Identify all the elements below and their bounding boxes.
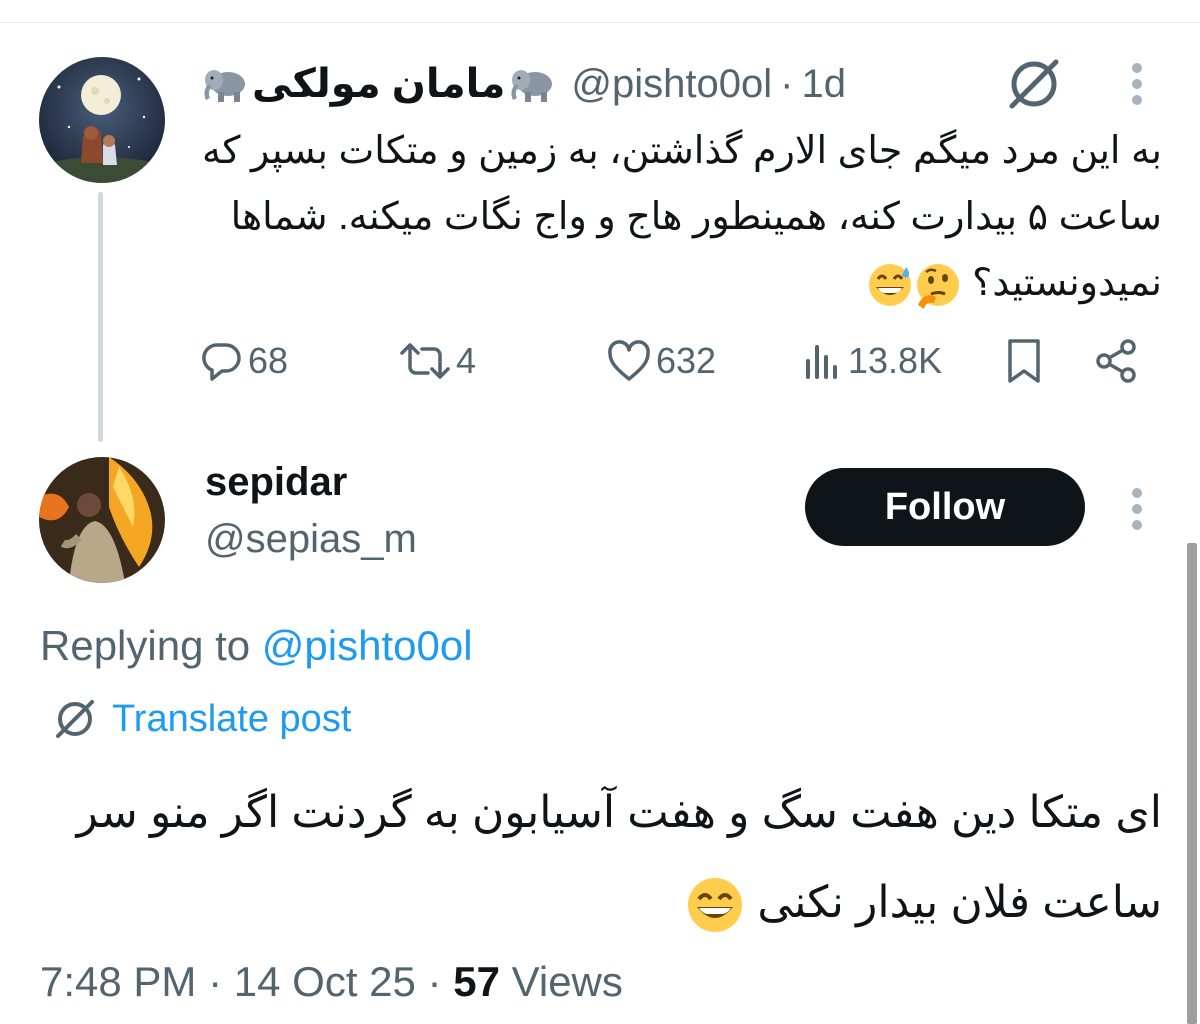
follow-button[interactable]: Follow (805, 468, 1085, 546)
bookmark-button[interactable] (1002, 333, 1046, 389)
tweet-meta: 7:48 PM · 14 Oct 25 · 57 Views (40, 958, 623, 1006)
like-button[interactable]: 632 (606, 333, 716, 389)
thread-line (98, 192, 103, 442)
heart-icon (608, 340, 650, 381)
reply-count: 68 (248, 340, 289, 381)
bookmark-icon (1008, 339, 1040, 383)
tweet-header: مامان مولکی @pishto0ol · 1d (200, 58, 846, 110)
replying-prefix: Replying to (40, 622, 251, 669)
avatar[interactable] (39, 57, 165, 183)
author-handle[interactable]: @sepias_m (205, 517, 417, 562)
avatar[interactable] (39, 457, 165, 583)
author-name-text: مامان مولکی (252, 62, 506, 106)
thinking-face-emoji-icon (914, 261, 962, 309)
repost-button[interactable]: 4 (398, 333, 476, 389)
more-options-icon[interactable] (1118, 483, 1156, 535)
views-count: 13.8K (848, 340, 943, 381)
views-chart-icon (806, 345, 837, 379)
tweet-date[interactable]: 14 Oct 25 (234, 958, 416, 1005)
translate-post-link[interactable]: Translate post (52, 695, 351, 743)
replying-handle-link[interactable]: @pishto0ol (262, 622, 473, 669)
elephant-emoji-icon (200, 64, 250, 104)
share-button[interactable] (1092, 333, 1140, 389)
tweet-time[interactable]: 7:48 PM (40, 958, 196, 1005)
tweet-body: ای متکا دین هفت سگ و هفت آسیابون به گردن… (76, 788, 1162, 927)
author-name[interactable]: مامان مولکی (200, 61, 557, 107)
tweet-body: به این مرد میگم جای الارم گذاشتن، به زمی… (202, 130, 1162, 304)
replying-to: Replying to @pishto0ol (40, 622, 473, 670)
translate-icon[interactable] (1000, 50, 1068, 118)
translate-icon (56, 700, 94, 738)
more-options-icon[interactable] (1118, 58, 1156, 110)
views-label: Views (511, 958, 623, 1005)
scrollbar[interactable] (1187, 543, 1197, 1024)
elephant-emoji-icon (507, 64, 557, 104)
author-handle[interactable]: @pishto0ol (571, 62, 772, 107)
share-icon (1096, 339, 1136, 383)
action-bar: 68 4 632 13.8K (0, 333, 1200, 389)
separator-dot: · (780, 61, 794, 106)
separator-dot: · (427, 958, 442, 1005)
tweet-time[interactable]: 1d (801, 62, 846, 107)
views-count: 57 (453, 958, 500, 1005)
tweet-text: به این مرد میگم جای الارم گذاشتن، به زمی… (190, 118, 1162, 316)
views-button[interactable]: 13.8K (800, 333, 942, 389)
repost-icon (400, 343, 450, 379)
like-count: 632 (656, 340, 717, 381)
reply-button[interactable]: 68 (200, 333, 288, 389)
grinning-sweat-face-emoji-icon (866, 261, 914, 309)
top-divider (0, 0, 1200, 23)
reply-icon (202, 343, 241, 381)
repost-count: 4 (456, 340, 477, 381)
grinning-squinting-face-emoji-icon (685, 875, 745, 935)
author-name[interactable]: sepidar (205, 460, 347, 505)
separator-dot: · (208, 958, 223, 1005)
tweet-text: ای متکا دین هفت سگ و هفت آسیابون به گردن… (40, 768, 1162, 948)
translate-label: Translate post (112, 697, 352, 740)
